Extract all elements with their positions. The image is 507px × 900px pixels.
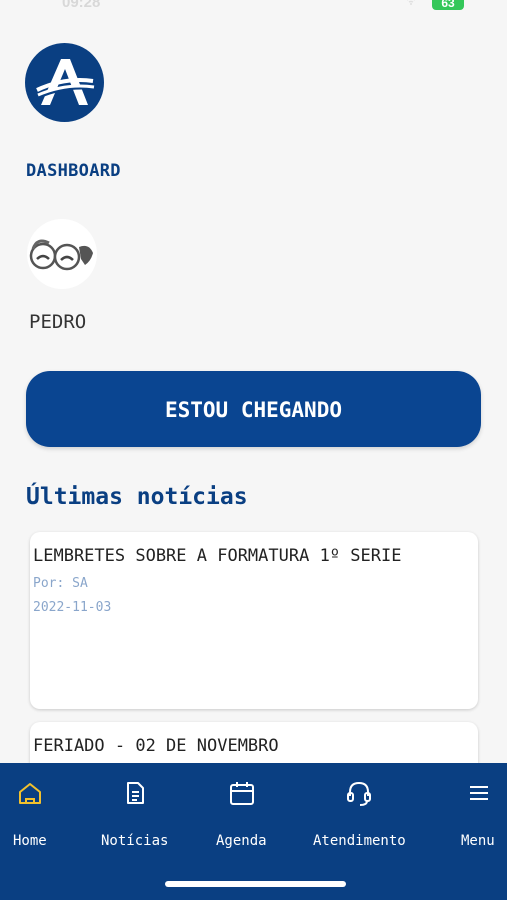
nav-label-menu: Menu bbox=[461, 833, 495, 849]
status-time: 09:28 bbox=[62, 0, 101, 11]
nav-item-menu[interactable]: Menu bbox=[455, 763, 505, 863]
news-card-title: LEMBRETES SOBRE A FORMATURA 1º SERIE bbox=[33, 546, 402, 566]
news-card[interactable]: LEMBRETES SOBRE A FORMATURA 1º SERIE Por… bbox=[30, 532, 478, 709]
nav-label-noticias: Notícias bbox=[101, 833, 169, 849]
calendar-icon bbox=[228, 779, 256, 807]
nav-item-atendimento[interactable]: Atendimento bbox=[308, 763, 412, 863]
hamburger-menu-icon bbox=[465, 779, 493, 807]
nav-item-home[interactable]: Home bbox=[0, 763, 60, 863]
status-bar: 09:28 63 bbox=[0, 0, 507, 16]
user-name: PEDRO bbox=[29, 311, 87, 333]
home-indicator bbox=[165, 881, 346, 887]
nav-label-atendimento: Atendimento bbox=[313, 833, 406, 849]
battery-indicator: 63 bbox=[432, 0, 464, 10]
nav-label-home: Home bbox=[13, 833, 47, 849]
nav-label-agenda: Agenda bbox=[216, 833, 267, 849]
school-logo bbox=[25, 43, 104, 122]
arriving-button[interactable]: ESTOU CHEGANDO bbox=[26, 371, 481, 447]
nav-item-noticias[interactable]: Notícias bbox=[95, 763, 175, 863]
section-label: DASHBOARD bbox=[26, 161, 121, 181]
wifi-icon bbox=[404, 0, 418, 5]
nav-item-agenda[interactable]: Agenda bbox=[210, 763, 274, 863]
document-icon bbox=[121, 779, 149, 807]
avatar[interactable] bbox=[27, 219, 97, 289]
home-icon bbox=[16, 779, 44, 807]
news-card-date: 2022-11-03 bbox=[33, 600, 112, 615]
bottom-navigation: Home Notícias Agenda Atendimento Menu bbox=[0, 763, 507, 900]
news-card-title: FERIADO - 02 DE NOVEMBRO bbox=[33, 736, 279, 756]
news-card-author: Por: SA bbox=[33, 576, 88, 591]
headset-icon bbox=[345, 779, 373, 807]
news-heading: Últimas notícias bbox=[26, 484, 248, 510]
